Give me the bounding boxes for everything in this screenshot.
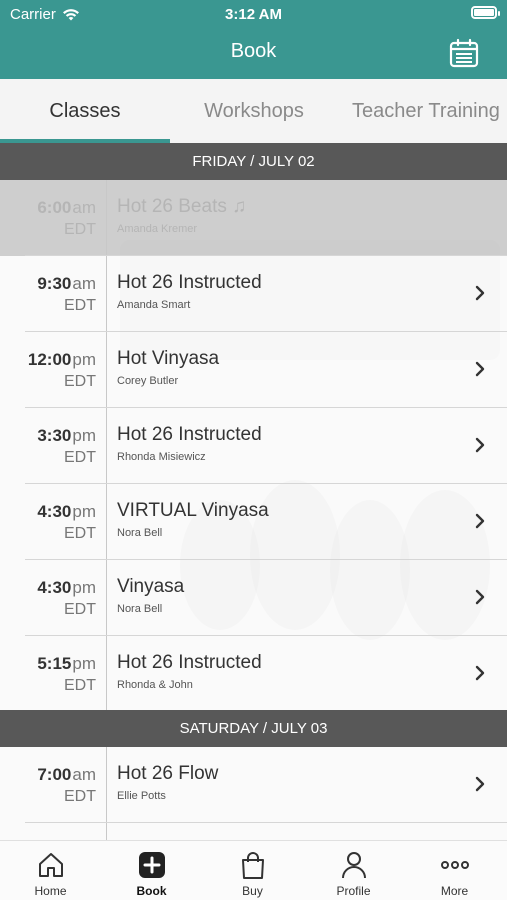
class-time: 4:30pm <box>0 578 96 598</box>
class-row[interactable]: 4:30pm EDT Vinyasa Nora Bell <box>0 560 507 636</box>
class-timezone: EDT <box>64 601 96 618</box>
tab-workshops[interactable]: Workshops <box>170 79 338 143</box>
chevron-right-icon[interactable] <box>473 284 487 302</box>
class-time: 7:00am <box>0 765 96 785</box>
class-row[interactable]: 3:30pm EDT Hot 26 Instructed Rhonda Misi… <box>0 408 507 484</box>
class-ampm: am <box>72 765 96 784</box>
class-name: VIRTUAL Vinyasa <box>117 500 269 521</box>
tabbar-book[interactable]: Book <box>101 841 202 900</box>
class-time: 3:30pm <box>0 426 96 446</box>
class-hour: 6:00 <box>37 198 72 217</box>
chevron-right-icon[interactable] <box>473 512 487 530</box>
chevron-right-icon[interactable] <box>473 775 487 793</box>
class-ampm: pm <box>72 502 96 521</box>
class-teacher: Nora Bell <box>117 603 163 615</box>
chevron-right-icon[interactable] <box>473 588 487 606</box>
class-hour: 3:30 <box>37 426 72 445</box>
battery-icon <box>471 6 500 19</box>
day-header: FRIDAY / JULY 02 <box>0 143 507 180</box>
bottom-tab-bar: Home Book Buy Profile More <box>0 840 507 900</box>
tabbar-more[interactable]: More <box>404 841 505 900</box>
tab-teacher-training[interactable]: Teacher Training <box>352 79 507 143</box>
class-ampm: pm <box>72 350 96 369</box>
class-time: 4:30pm <box>0 502 96 522</box>
tabbar-label: Profile <box>336 884 371 898</box>
class-row[interactable]: 12:00pm EDT Hot Vinyasa Corey Butler <box>0 332 507 408</box>
chevron-right-icon[interactable] <box>473 360 487 378</box>
day-header: SATURDAY / JULY 03 <box>0 710 507 747</box>
tab-classes[interactable]: Classes <box>0 79 170 143</box>
tabbar-profile[interactable]: Profile <box>303 841 404 900</box>
shopping-bag-icon <box>242 852 264 879</box>
more-icon <box>441 861 469 869</box>
class-teacher: Nora Bell <box>117 527 163 539</box>
category-tabs: Classes Workshops Teacher Training <box>0 79 507 143</box>
class-teacher: Corey Butler <box>117 375 179 387</box>
class-teacher: Rhonda Misiewicz <box>117 451 206 463</box>
class-row[interactable]: 7:00am EDT Hot 26 Flow Ellie Potts <box>0 747 507 823</box>
class-timezone: EDT <box>64 297 96 314</box>
class-timezone: EDT <box>64 373 96 390</box>
chevron-right-icon[interactable] <box>473 436 487 454</box>
class-teacher: Rhonda & John <box>117 679 193 691</box>
class-time: 5:15pm <box>0 654 96 674</box>
class-hour: 7:00 <box>37 765 72 784</box>
class-name: Hot 26 Beats ♫ <box>117 196 247 217</box>
class-timezone: EDT <box>64 221 96 238</box>
class-hour: 9:30 <box>37 274 72 293</box>
class-teacher: Amanda Smart <box>117 299 191 311</box>
class-row[interactable]: 4:30pm EDT VIRTUAL Vinyasa Nora Bell <box>0 484 507 560</box>
tabbar-buy[interactable]: Buy <box>202 841 303 900</box>
class-ampm: am <box>72 198 96 217</box>
class-row[interactable]: 6:00am EDT Hot 26 Beats ♫ Amanda Kremer <box>0 180 507 256</box>
class-name: Hot 26 Flow <box>117 763 219 784</box>
class-timezone: EDT <box>64 788 96 805</box>
class-timezone: EDT <box>64 525 96 542</box>
class-hour: 4:30 <box>37 578 72 597</box>
tabbar-label: Book <box>136 884 167 898</box>
class-ampm: am <box>72 274 96 293</box>
tabbar-home[interactable]: Home <box>0 841 101 900</box>
nav-header: Carrier 3:12 AM Book <box>0 0 507 79</box>
class-teacher: Amanda Kremer <box>117 223 198 235</box>
clock: 3:12 AM <box>225 6 282 23</box>
person-icon <box>342 852 366 879</box>
book-plus-icon <box>139 852 165 878</box>
status-bar: Carrier 3:12 AM <box>0 0 507 28</box>
calendar-icon[interactable] <box>449 38 479 68</box>
class-name: Hot Vinyasa <box>117 348 220 369</box>
class-name: Hot 26 Instructed <box>117 424 262 445</box>
class-timezone: EDT <box>64 449 96 466</box>
chevron-right-icon[interactable] <box>473 664 487 682</box>
class-name: Hot 26 Instructed <box>117 652 262 673</box>
class-ampm: pm <box>72 654 96 673</box>
tabbar-label: More <box>440 884 469 898</box>
class-hour: 5:15 <box>37 654 72 673</box>
class-row-partial <box>0 823 507 840</box>
page-title: Book <box>230 40 277 62</box>
class-hour: 4:30 <box>37 502 72 521</box>
class-name: Hot 26 Instructed <box>117 272 262 293</box>
class-teacher: Ellie Potts <box>117 790 166 802</box>
class-time: 6:00am <box>0 198 96 218</box>
tabbar-label: Buy <box>242 884 263 898</box>
class-ampm: pm <box>72 426 96 445</box>
class-time: 12:00pm <box>0 350 96 370</box>
class-timezone: EDT <box>64 677 96 694</box>
class-name: Vinyasa <box>117 576 185 597</box>
class-hour: 12:00 <box>27 350 72 369</box>
class-row[interactable]: 9:30am EDT Hot 26 Instructed Amanda Smar… <box>0 256 507 332</box>
class-ampm: pm <box>72 578 96 597</box>
class-time: 9:30am <box>0 274 96 294</box>
home-icon <box>39 853 63 877</box>
tabbar-label: Home <box>34 884 67 898</box>
class-row[interactable]: 5:15pm EDT Hot 26 Instructed Rhonda & Jo… <box>0 636 507 712</box>
